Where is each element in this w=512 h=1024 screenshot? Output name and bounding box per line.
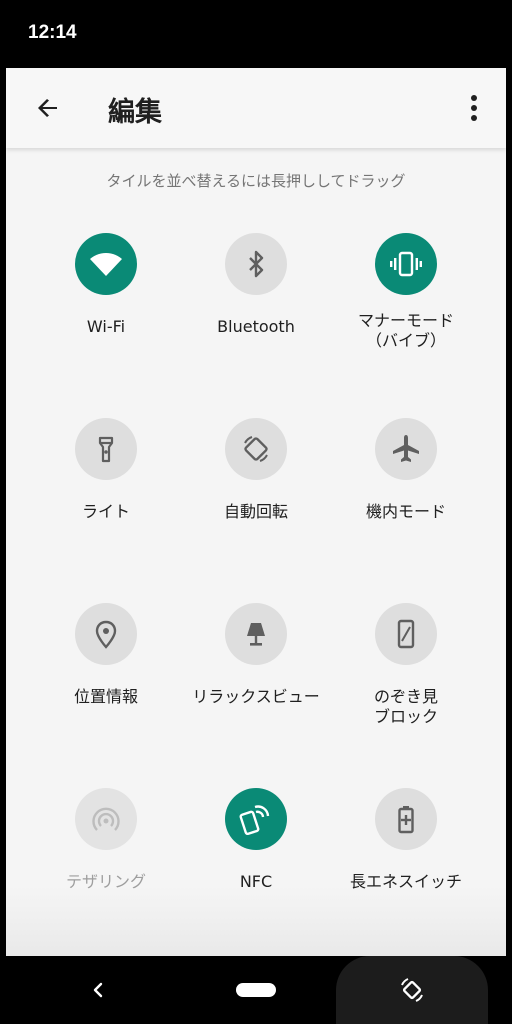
tile-tethering[interactable]: テザリング [31,788,181,938]
tile-label-line2: ブロック [373,707,438,726]
bluetooth-icon [249,250,264,278]
tile-icon-bg [75,233,137,295]
nav-back-icon [93,982,103,998]
tile-label: テザリング [65,872,146,891]
tile-label: 位置情報 [73,687,138,706]
tile-label: 機内モード [365,502,446,521]
page-title: 編集 [108,97,162,128]
more-vert-icon [471,95,477,121]
tile-icon-bg [75,788,137,850]
nav-home-button[interactable] [236,983,276,997]
nav-back-button[interactable] [86,976,110,1004]
tile-icon-bg [75,418,137,480]
status-time: 12:14 [28,22,77,43]
tile-auto-rotate[interactable]: 自動回転 [181,418,331,568]
tile-location[interactable]: 位置情報 [31,603,181,753]
wifi-icon [90,253,122,276]
tile-icon-bg [225,418,287,480]
screen-rotation-icon [401,978,423,1002]
tile-battery-saver[interactable]: 長エネスイッチ [331,788,481,938]
nfc-icon [239,805,270,836]
tile-privacy-screen[interactable]: のぞき見 ブロック [331,603,481,753]
location-icon [95,620,117,649]
navigation-bar [0,956,512,1024]
tile-nfc[interactable]: NFC [181,788,331,938]
tile-icon-bg [375,603,437,665]
tile-label: Wi-Fi [86,317,126,336]
app-bar: 編集 [6,68,506,148]
tile-label: ライト [81,502,130,521]
hotspot-icon [92,807,120,831]
tile-bluetooth[interactable]: Bluetooth [181,233,331,383]
tile-icon-bg [225,603,287,665]
lamp-icon [247,623,265,646]
tile-label: 長エネスイッチ [349,872,462,891]
tile-label: のぞき見 ブロック [325,687,487,727]
battery-saver-icon [398,806,414,834]
arrow-back-icon [38,99,57,117]
tile-label-line1: のぞき見 [373,687,438,706]
tile-vibrate[interactable]: マナーモード （バイブ） [331,233,481,383]
tile-icon-bg [375,418,437,480]
tile-label-line1: マナーモード [357,311,454,330]
tile-flashlight[interactable]: ライト [31,418,181,568]
tile-icon-bg [75,603,137,665]
edit-panel: 編集 タイルを並べ替えるには長押ししてドラッグ Wi-Fi Bluetooth [6,68,506,956]
tile-airplane-mode[interactable]: 機内モード [331,418,481,568]
flashlight-icon [98,436,114,463]
overflow-menu-button[interactable] [460,88,488,128]
tile-icon-bg [375,788,437,850]
tile-label: NFC [239,872,273,891]
auto-rotate-icon [244,436,268,462]
tile-label: Bluetooth [217,317,295,336]
tile-label: リラックスビュー [192,687,320,706]
tile-label: マナーモード （バイブ） [325,311,487,351]
tile-icon-bg [375,233,437,295]
tile-icon-bg [225,788,287,850]
tile-label-line2: （バイブ） [365,331,446,350]
drag-hint: タイルを並べ替えるには長押ししてドラッグ [106,172,406,190]
status-bar: 12:14 [0,0,512,68]
tile-wifi[interactable]: Wi-Fi [31,233,181,383]
privacy-screen-icon [397,619,415,649]
vibrate-icon [390,251,422,277]
tile-label: 自動回転 [223,502,288,521]
airplane-icon [393,435,419,462]
back-button[interactable] [28,88,68,128]
tile-icon-bg [225,233,287,295]
rotate-suggestion-button[interactable] [398,976,426,1004]
tile-relax-view[interactable]: リラックスビュー [181,603,331,753]
